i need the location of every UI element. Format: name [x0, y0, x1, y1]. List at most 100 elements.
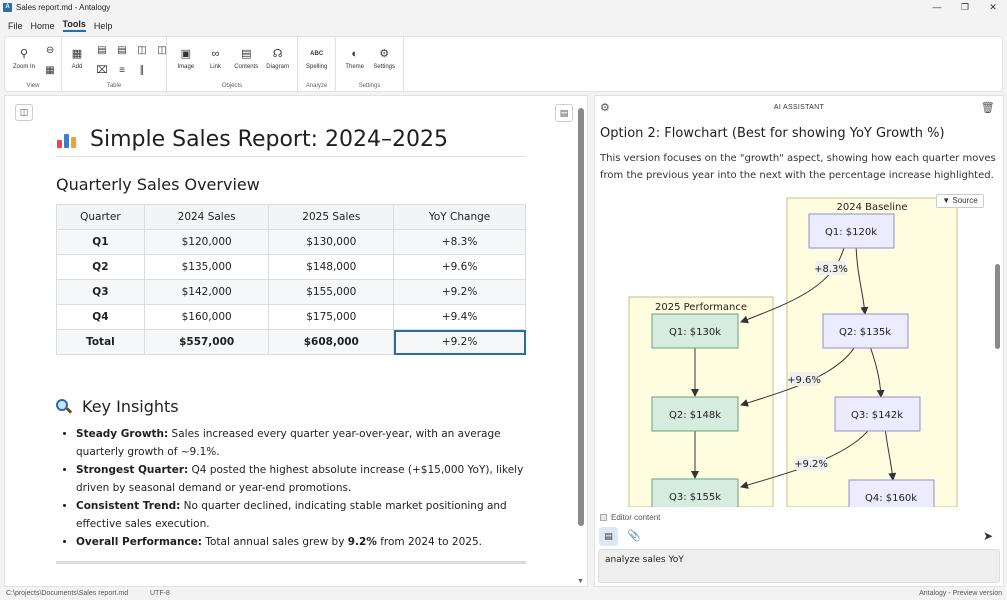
menu-file[interactable]: File [8, 21, 23, 31]
section-heading-overview: Quarterly Sales Overview [56, 175, 260, 194]
document-title: Simple Sales Report: 2024–2025 [56, 127, 526, 157]
scroll-down-arrow-icon[interactable]: ▼ [577, 578, 584, 585]
horizontal-rule [56, 560, 526, 564]
editor-content-toggle[interactable]: Editor content [600, 513, 660, 522]
menu-tools[interactable]: Tools [62, 19, 86, 32]
zoom-in-label: Zoom In [13, 64, 36, 70]
bar-chart-icon [56, 130, 78, 150]
minimize-icon[interactable]: — [923, 0, 951, 14]
performance-subgraph-label: 2025 Performance [655, 302, 747, 313]
table-cell[interactable]: Q4 [56, 304, 145, 330]
sidebar-toggle-icon[interactable]: ◫ [15, 104, 33, 121]
ribbon-group-objects: ▣ Image ∞ Link ▤ Contents ☊ Diagram Obje… [167, 37, 298, 91]
edge-label-q1: +8.3% [814, 264, 848, 275]
title-bar: A Sales report.md - Antalogy — ❐ ✕ [0, 0, 1007, 14]
ribbon-toolbar: ⚲ Zoom In ⊖ ▦ View ▦ Add ▤ ▤ ◫ ◫ ⌧ ≡ ∥ T… [4, 36, 1003, 92]
editor-content-checkbox[interactable] [600, 514, 607, 521]
delete-table-icon[interactable]: ⌧ [92, 61, 112, 81]
spelling-icon: ABC [310, 51, 324, 57]
fit-page-icon[interactable]: ▦ [41, 61, 59, 81]
group-label-analyze: Analyze [305, 83, 328, 89]
prompt-input[interactable]: analyze sales YoY [598, 549, 1000, 583]
assistant-gear-icon[interactable]: ⚙ [600, 96, 610, 120]
table-cell[interactable]: $155,000 [268, 279, 395, 305]
menu-bar: File Home Tools Help [0, 17, 120, 34]
assistant-toolbar: ▤ 📎 ➤ [599, 526, 999, 546]
list-item: Consistent Trend: No quarter declined, i… [76, 498, 526, 533]
align-rows-icon[interactable]: ≡ [112, 61, 132, 81]
trash-icon[interactable]: 🗑 [981, 96, 995, 120]
insert-row-below-icon[interactable]: ▤ [112, 41, 132, 61]
editor-pane[interactable]: ◫ ▤ ▼ Simple Sales Report: 2024–2025 Qua… [4, 95, 588, 587]
table-row: Q2 $135,000 $148,000 +9.6% [56, 254, 526, 280]
ribbon-group-analyze: ABC Spelling Analyze [298, 37, 336, 91]
status-bar: C:\projects\Documents\Sales report.md UT… [0, 589, 1007, 600]
spelling-label: Spelling [306, 64, 328, 70]
editor-content-label: Editor content [611, 513, 661, 522]
diagram-label: Diagram [266, 64, 289, 70]
table-header-cell[interactable]: YoY Change [393, 204, 526, 230]
table-header-cell[interactable]: 2024 Sales [143, 204, 270, 230]
group-label-settings: Settings [358, 83, 381, 89]
table-cell[interactable]: +9.2% [393, 279, 526, 305]
table-cell[interactable]: Q2 [56, 254, 145, 280]
table-cell[interactable]: $130,000 [268, 229, 395, 255]
table-cell[interactable]: Total [56, 329, 145, 355]
contents-label: Contents [234, 64, 259, 70]
file-encoding: UTF-8 [150, 590, 170, 597]
selected-table-cell[interactable]: +9.2% [393, 329, 526, 355]
baseline-node-q1-label: Q1: $120k [825, 227, 877, 238]
insert-column-icon[interactable]: ◫ [132, 41, 152, 61]
table-header-cell[interactable]: Quarter [56, 204, 145, 230]
ribbon-group-view: ⚲ Zoom In ⊖ ▦ View [5, 37, 62, 91]
app-logo-icon: A [3, 2, 12, 12]
assistant-scrollbar-thumb[interactable] [995, 264, 1000, 349]
distribute-columns-icon[interactable]: ∥ [132, 61, 152, 81]
add-table-label: Add [71, 64, 83, 70]
table-cell[interactable]: Q1 [56, 229, 145, 255]
settings-label: Settings [373, 64, 395, 70]
baseline-node-q4-label: Q4: $160k [865, 493, 917, 504]
ribbon-group-settings: ◐ Theme ⚙ Settings Settings [336, 37, 404, 91]
table-cell[interactable]: +8.3% [393, 229, 526, 255]
diagram-icon: ☊ [272, 48, 283, 60]
paperclip-icon[interactable]: 📎 [627, 527, 641, 546]
editor-scrollbar-thumb[interactable] [578, 108, 584, 526]
editor-scrollbar[interactable]: ▼ [577, 104, 584, 585]
send-icon[interactable]: ➤ [983, 527, 993, 546]
table-cell[interactable]: $120,000 [143, 229, 270, 255]
group-label-table: Table [106, 83, 122, 89]
table-cell[interactable]: $135,000 [143, 254, 270, 280]
close-icon[interactable]: ✕ [979, 0, 1007, 14]
insight-label: Steady Growth: [76, 428, 169, 440]
insert-row-above-icon[interactable]: ▤ [92, 41, 112, 61]
table-cell[interactable]: $175,000 [268, 304, 395, 330]
insight-label: Strongest Quarter: [76, 464, 189, 476]
table-cell[interactable]: $557,000 [143, 329, 270, 355]
table-total-row: Total $557,000 $608,000 +9.2% [56, 329, 526, 355]
document-context-icon[interactable]: ▤ [599, 527, 618, 546]
table-cell[interactable]: Q3 [56, 279, 145, 305]
document-content[interactable]: Simple Sales Report: 2024–2025 Quarterly… [56, 96, 526, 564]
baseline-node-q3-label: Q3: $142k [851, 410, 903, 421]
menu-help[interactable]: Help [94, 21, 113, 31]
insights-list: Steady Growth: Sales increased every qua… [56, 426, 526, 552]
table-cell[interactable]: +9.4% [393, 304, 526, 330]
document-settings-icon[interactable]: ▤ [555, 104, 573, 122]
maximize-icon[interactable]: ❐ [951, 0, 979, 14]
table-cell[interactable]: $160,000 [143, 304, 270, 330]
table-cell[interactable]: +9.6% [393, 254, 526, 280]
sales-table[interactable]: Quarter 2024 Sales 2025 Sales YoY Change… [56, 204, 526, 355]
source-toggle-button[interactable]: ▼ Source [936, 194, 984, 208]
menu-home[interactable]: Home [31, 21, 55, 31]
table-cell[interactable]: $148,000 [268, 254, 395, 280]
ribbon-group-table: ▦ Add ▤ ▤ ◫ ◫ ⌧ ≡ ∥ Table [62, 37, 167, 91]
table-cell[interactable]: $608,000 [268, 329, 395, 355]
performance-node-q2-label: Q2: $148k [669, 410, 721, 421]
assistant-header: ⚙ AI ASSISTANT 🗑 [595, 96, 1003, 120]
zoom-out-icon[interactable]: ⊖ [41, 41, 59, 61]
table-header-cell[interactable]: 2025 Sales [268, 204, 395, 230]
insights-heading-text: Key Insights [82, 397, 179, 416]
theme-label: Theme [345, 64, 364, 70]
table-cell[interactable]: $142,000 [143, 279, 270, 305]
